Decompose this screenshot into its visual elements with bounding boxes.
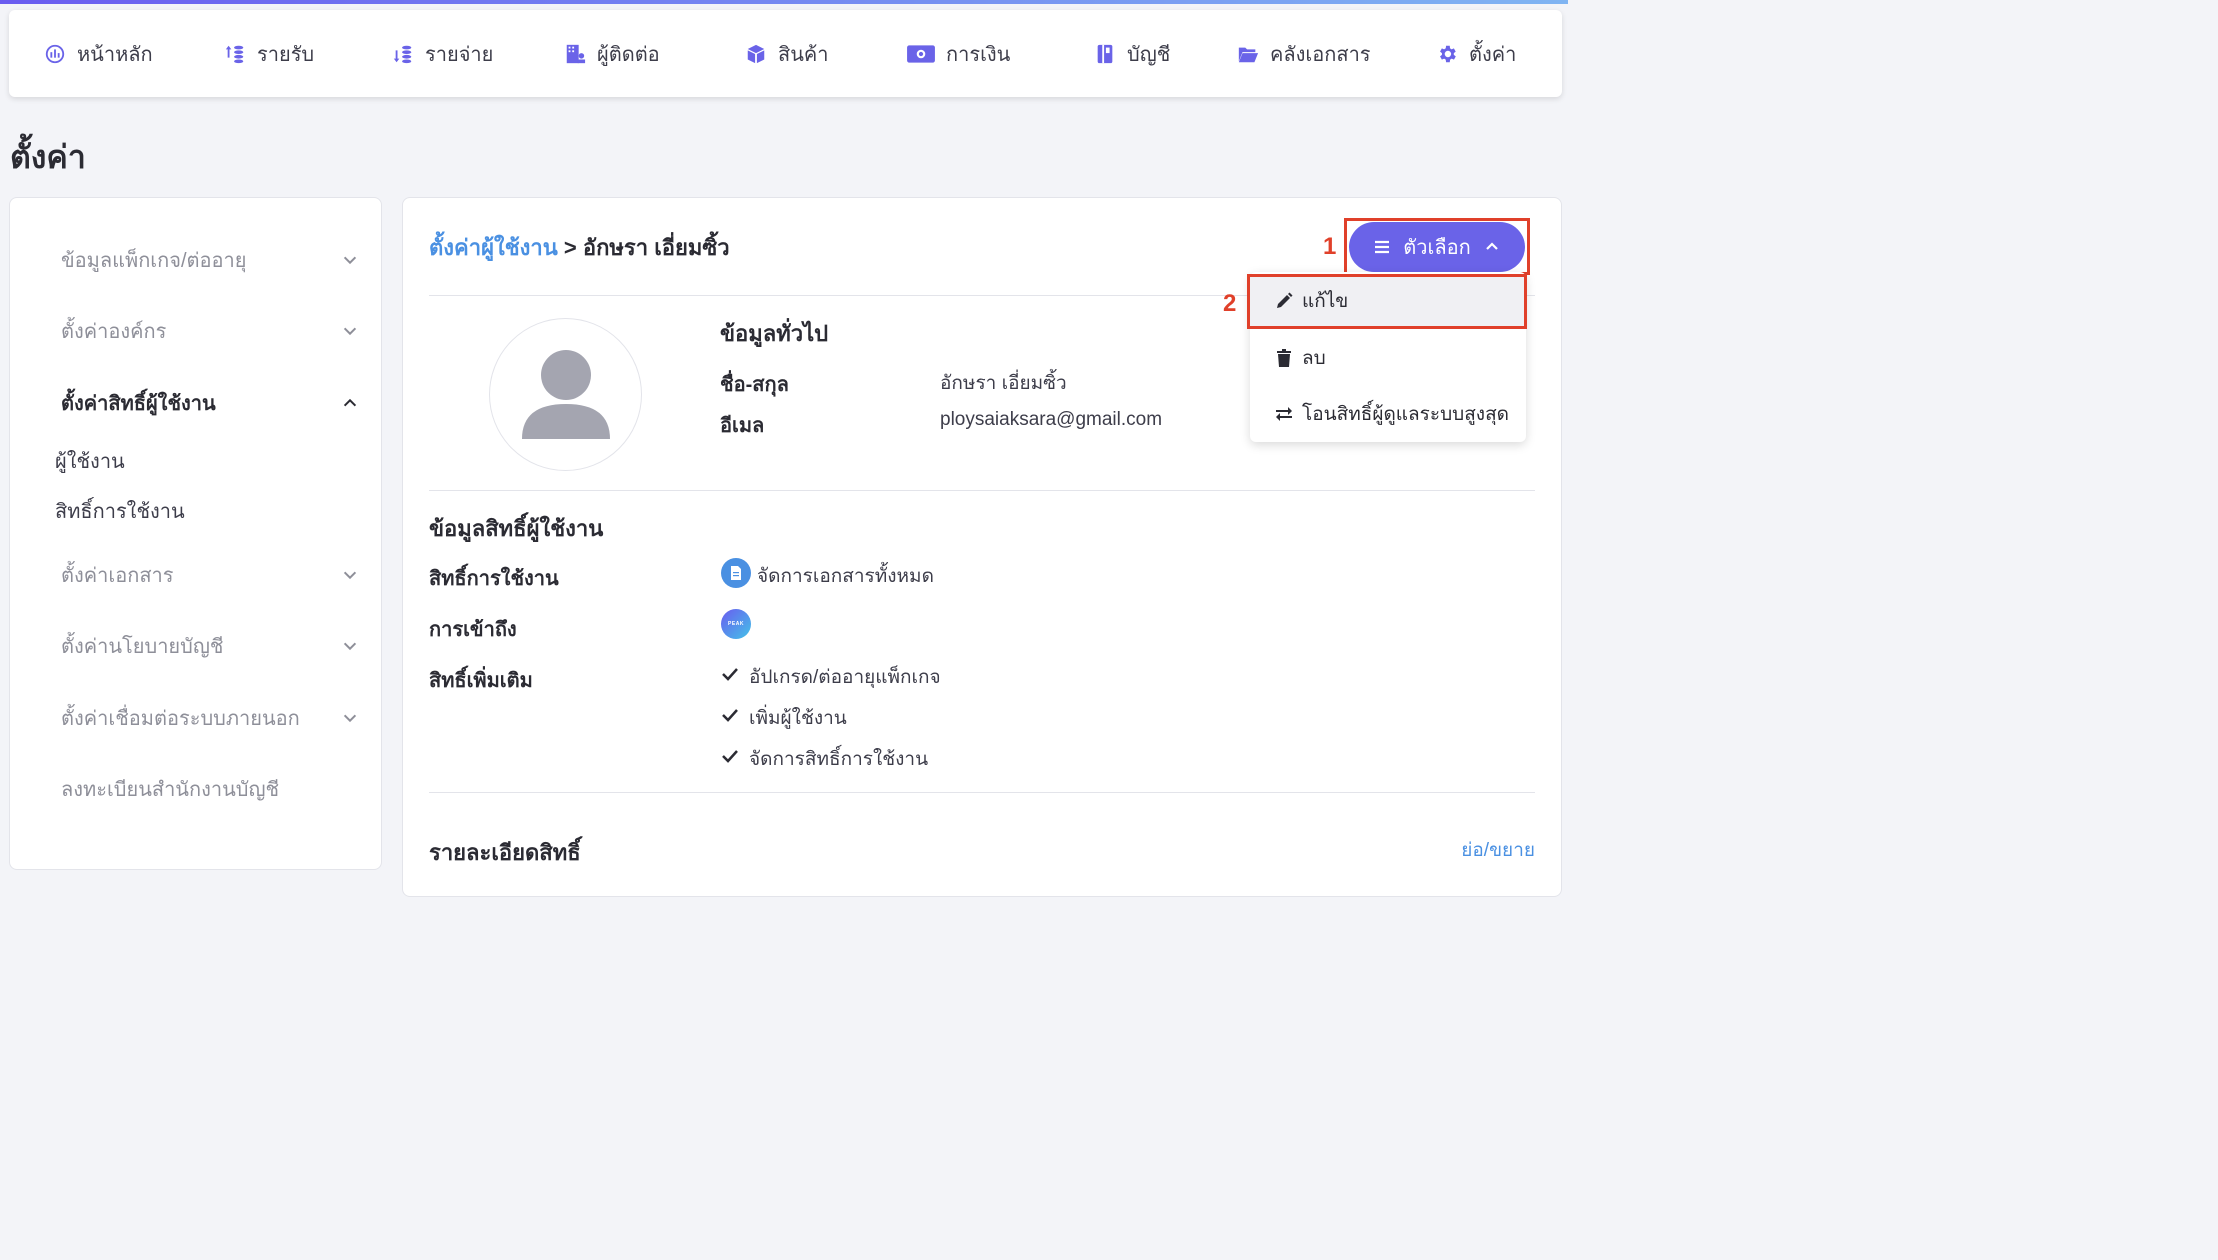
menu-item-delete[interactable]: ลบ	[1274, 338, 1516, 378]
contacts-icon	[563, 42, 587, 66]
nav-label: ผู้ติดต่อ	[597, 43, 660, 66]
menu-item-transfer-admin[interactable]: โอนสิทธิ์ผู้ดูแลระบบสูงสุด	[1274, 394, 1516, 434]
nav-item-income[interactable]: รายรับ	[223, 10, 314, 97]
nav-item-products[interactable]: สินค้า	[744, 10, 829, 97]
nav-label: บัญชี	[1127, 43, 1171, 66]
sidebar-item-label: ตั้งค่าสิทธิ์ผู้ใช้งาน	[61, 393, 216, 415]
chevron-down-icon	[341, 251, 359, 269]
chevron-down-icon	[341, 637, 359, 655]
folder-icon	[1236, 42, 1260, 66]
chevron-up-icon	[341, 394, 359, 412]
sidebar-item-label: ตั้งค่าเอกสาร	[61, 565, 174, 587]
menu-item-label: โอนสิทธิ์ผู้ดูแลระบบสูงสุด	[1302, 404, 1510, 425]
extra-permission-item: อัปเกรด/ต่ออายุแพ็กเกจ	[749, 667, 941, 688]
top-accent-line	[0, 0, 1568, 4]
breadcrumb-current: อักษรา เอี่ยมซิ้ว	[582, 235, 730, 260]
annotation-marker-1: 1	[1323, 233, 1337, 260]
nav-item-accounting[interactable]: บัญชี	[1093, 10, 1170, 97]
nav-item-contacts[interactable]: ผู้ติดต่อ	[563, 10, 660, 97]
trash-icon	[1274, 348, 1294, 368]
settings-sidebar: ข้อมูลแพ็กเกจ/ต่ออายุ ตั้งค่าองค์กร ตั้ง…	[9, 197, 382, 870]
sidebar-item-label: ลงทะเบียนสำนักงานบัญชี	[61, 779, 280, 801]
extra-permission-item: จัดการสิทธิ์การใช้งาน	[749, 749, 929, 770]
transfer-icon	[1274, 404, 1294, 424]
nav-label: รายรับ	[257, 43, 315, 66]
expense-icon	[391, 42, 415, 66]
sidebar-item-user-permissions[interactable]: ตั้งค่าสิทธิ์ผู้ใช้งาน	[61, 383, 359, 423]
nav-item-documents[interactable]: คลังเอกสาร	[1236, 10, 1371, 97]
avatar	[489, 318, 642, 471]
money-icon	[906, 42, 936, 66]
sidebar-item-accounting-policy[interactable]: ตั้งค่านโยบายบัญชี	[61, 626, 359, 666]
check-icon	[721, 706, 739, 724]
name-label: ชื่อ-สกุล	[720, 374, 789, 396]
menu-item-label: ลบ	[1302, 348, 1326, 369]
highlight-box-options	[1344, 218, 1530, 275]
extra-permission-label: สิทธิ์เพิ่มเติม	[429, 670, 533, 692]
page-title: ตั้งค่า	[10, 139, 86, 175]
sidebar-item-integrations[interactable]: ตั้งค่าเชื่อมต่อระบบภายนอก	[61, 698, 359, 738]
product-box-icon	[744, 42, 768, 66]
sidebar-item-documents[interactable]: ตั้งค่าเอกสาร	[61, 555, 359, 595]
sidebar-subitem-permissions[interactable]: สิทธิ์การใช้งาน	[55, 497, 185, 527]
gear-icon	[1435, 42, 1459, 66]
breadcrumb-link-user-settings[interactable]: ตั้งค่าผู้ใช้งาน	[429, 235, 558, 260]
divider	[429, 490, 1535, 491]
nav-label: หน้าหลัก	[77, 43, 153, 66]
breadcrumb: ตั้งค่าผู้ใช้งาน > อักษรา เอี่ยมซิ้ว	[429, 230, 730, 265]
sidebar-item-label: ข้อมูลแพ็กเกจ/ต่ออายุ	[61, 250, 247, 272]
chevron-down-icon	[341, 566, 359, 584]
main-nav: หน้าหลัก รายรับ รายจ่าย ผู้ติดต่อ สินค้า…	[9, 10, 1562, 97]
extra-permission-item: เพิ่มผู้ใช้งาน	[749, 708, 847, 729]
nav-label: คลังเอกสาร	[1270, 43, 1371, 66]
access-label: การเข้าถึง	[429, 619, 517, 641]
user-silhouette-icon	[522, 350, 610, 439]
name-value: อักษรา เอี่ยมซิ้ว	[940, 373, 1067, 394]
income-icon	[223, 42, 247, 66]
ledger-book-icon	[1093, 42, 1117, 66]
breadcrumb-separator: >	[557, 235, 583, 260]
sidebar-item-organization[interactable]: ตั้งค่าองค์กร	[61, 311, 359, 351]
divider	[429, 792, 1535, 793]
email-label: อีเมล	[720, 415, 765, 437]
usage-permission-label: สิทธิ์การใช้งาน	[429, 568, 559, 590]
document-icon	[721, 558, 751, 588]
chevron-down-icon	[341, 322, 359, 340]
sidebar-item-label: ตั้งค่าเชื่อมต่อระบบภายนอก	[61, 708, 300, 730]
nav-item-settings[interactable]: ตั้งค่า	[1435, 10, 1516, 97]
usage-permission-value: จัดการเอกสารทั้งหมด	[757, 566, 934, 587]
nav-item-finance[interactable]: การเงิน	[906, 10, 1010, 97]
chevron-down-icon	[341, 709, 359, 727]
sidebar-item-label: ตั้งค่านโยบายบัญชี	[61, 636, 224, 658]
nav-label: ตั้งค่า	[1469, 43, 1517, 66]
annotation-marker-2: 2	[1223, 290, 1237, 317]
sidebar-subitem-users[interactable]: ผู้ใช้งาน	[55, 447, 125, 477]
general-info-title: ข้อมูลทั่วไป	[720, 321, 829, 346]
email-value: ploysaiaksara@gmail.com	[940, 409, 1163, 430]
nav-label: รายจ่าย	[425, 43, 494, 66]
dashboard-icon	[43, 42, 67, 66]
nav-label: การเงิน	[946, 43, 1011, 66]
peak-app-icon: PEAK	[721, 609, 751, 639]
nav-item-home[interactable]: หน้าหลัก	[43, 10, 153, 97]
sidebar-item-label: ตั้งค่าองค์กร	[61, 321, 167, 343]
permission-details-title: รายละเอียดสิทธิ์	[429, 840, 581, 865]
nav-label: สินค้า	[778, 43, 829, 66]
collapse-expand-link[interactable]: ย่อ/ขยาย	[1461, 835, 1535, 865]
sidebar-item-package[interactable]: ข้อมูลแพ็กเกจ/ต่ออายุ	[61, 240, 359, 280]
nav-item-expense[interactable]: รายจ่าย	[391, 10, 493, 97]
permission-info-title: ข้อมูลสิทธิ์ผู้ใช้งาน	[429, 516, 604, 541]
highlight-box-edit	[1247, 274, 1527, 329]
check-icon	[721, 665, 739, 683]
sidebar-item-accounting-office[interactable]: ลงทะเบียนสำนักงานบัญชี	[61, 769, 359, 809]
check-icon	[721, 747, 739, 765]
